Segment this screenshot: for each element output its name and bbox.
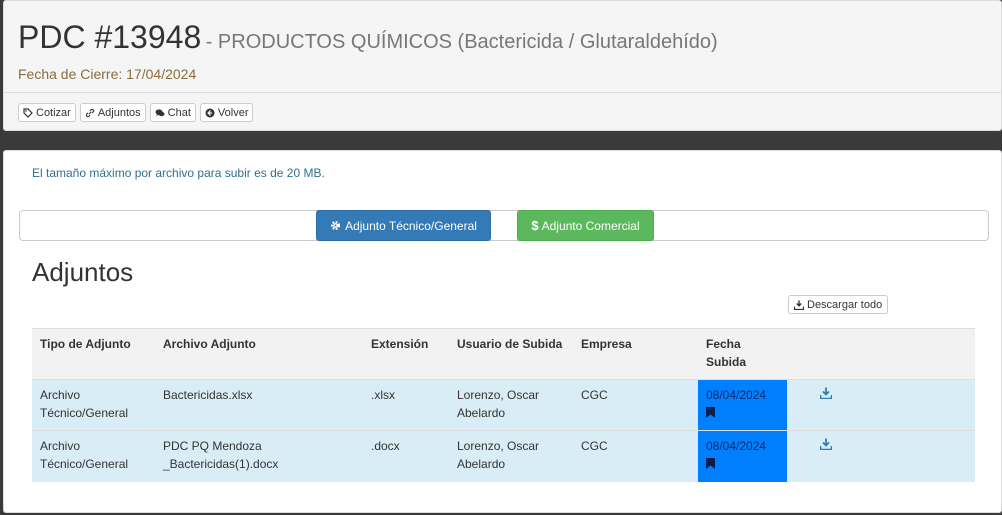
col-header-tipo: Tipo de Adjunto: [32, 328, 155, 380]
download-icon[interactable]: [820, 387, 832, 399]
adjunto-tecnico-label: Adjunto Técnico/General: [345, 218, 477, 233]
col-header-extension: Extensión: [363, 328, 449, 380]
fecha-value: 08/04/2024: [706, 388, 767, 402]
adjunto-tecnico-button[interactable]: Adjunto Técnico/General: [316, 210, 491, 241]
tag-icon: [23, 107, 33, 118]
link-icon: [85, 108, 95, 117]
chat-label: Chat: [167, 106, 191, 119]
col-header-empresa: Empresa: [573, 328, 698, 380]
gear-icon: [331, 221, 341, 230]
dollar-icon: $: [531, 218, 539, 233]
arrow-circle-left-icon: [205, 108, 215, 117]
bookmark-icon: [706, 407, 715, 418]
adjuntos-table: Tipo de Adjunto Archivo Adjunto Extensió…: [32, 328, 975, 482]
volver-label: Volver: [217, 106, 249, 119]
col-header-archivo: Archivo Adjunto: [155, 328, 363, 380]
header-panel: PDC #13948 - PRODUCTOS QUÍMICOS (Bacteri…: [3, 0, 1002, 131]
cell-tipo: Archivo Técnico/General: [32, 379, 155, 431]
cotizar-label: Cotizar: [36, 106, 71, 119]
chat-button[interactable]: Chat: [149, 103, 196, 122]
upload-size-info: El tamaño máximo por archivo para subir …: [32, 166, 325, 180]
page-title: PDC #13948: [18, 19, 202, 55]
page-title-row: PDC #13948 - PRODUCTOS QUÍMICOS (Bacteri…: [18, 19, 718, 56]
main-panel: El tamaño máximo por archivo para subir …: [3, 150, 1002, 513]
toolbar-divider: [4, 92, 1001, 93]
adjuntos-label: Adjuntos: [97, 106, 141, 119]
cell-empresa: CGC: [573, 430, 698, 482]
comments-icon: [155, 108, 165, 116]
download-icon: [794, 300, 804, 310]
adjuntos-heading: Adjuntos: [32, 257, 134, 287]
cell-empresa: CGC: [573, 379, 698, 431]
fecha-value: 08/04/2024: [706, 439, 767, 453]
cell-usuario: Lorenzo, Oscar Abelardo: [449, 379, 573, 431]
cell-actions: [787, 379, 975, 431]
col-header-fecha: Fecha Subida: [698, 328, 787, 380]
download-icon[interactable]: [820, 438, 832, 450]
table-header-row: Tipo de Adjunto Archivo Adjunto Extensió…: [32, 328, 975, 380]
upload-bar: Adjunto Técnico/General $ Adjunto Comerc…: [19, 210, 989, 241]
volver-button[interactable]: Volver: [199, 103, 254, 122]
page-subtitle: - PRODUCTOS QUÍMICOS (Bactericida / Glut…: [205, 31, 718, 53]
cell-tipo: Archivo Técnico/General: [32, 430, 155, 482]
cell-fecha: 08/04/2024: [698, 379, 787, 431]
descargar-todo-button[interactable]: Descargar todo: [788, 295, 889, 314]
toolbar: Cotizar Adjuntos Chat Volver: [18, 103, 254, 122]
cell-extension: .xlsx: [363, 379, 449, 431]
col-header-usuario: Usuario de Subida: [449, 328, 573, 380]
table-row: Archivo Técnico/General PDC PQ Mendoza _…: [32, 430, 975, 482]
table-row: Archivo Técnico/General Bactericidas.xls…: [32, 379, 975, 431]
col-header-actions: [787, 328, 975, 380]
adjunto-comercial-button[interactable]: $ Adjunto Comercial: [517, 210, 654, 241]
cell-archivo: Bactericidas.xlsx: [155, 379, 363, 431]
cell-fecha: 08/04/2024: [698, 430, 787, 482]
cotizar-button[interactable]: Cotizar: [18, 103, 76, 122]
cell-usuario: Lorenzo, Oscar Abelardo: [449, 430, 573, 482]
cell-extension: .docx: [363, 430, 449, 482]
adjuntos-button[interactable]: Adjuntos: [79, 103, 146, 122]
fecha-cierre: Fecha de Cierre: 17/04/2024: [18, 66, 197, 82]
cell-archivo: PDC PQ Mendoza _Bactericidas(1).docx: [155, 430, 363, 482]
adjunto-comercial-label: Adjunto Comercial: [541, 218, 640, 233]
descargar-todo-label: Descargar todo: [807, 298, 883, 311]
bookmark-icon: [706, 458, 715, 469]
cell-actions: [787, 430, 975, 482]
